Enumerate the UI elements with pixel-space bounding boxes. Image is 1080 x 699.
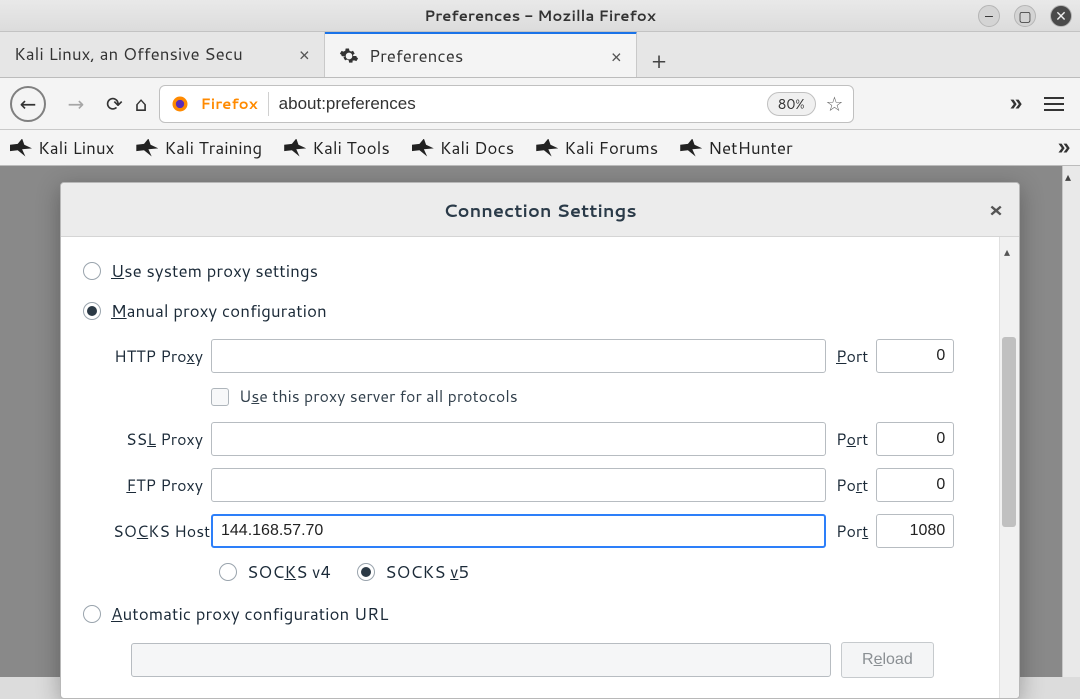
dialog-title: Connection Settings: [443, 197, 636, 223]
tab-kali[interactable]: Kali Linux, an Offensive Secu ×: [0, 31, 325, 77]
scroll-up-icon: ▴: [1004, 243, 1010, 260]
scrollbar-thumb[interactable]: [1002, 337, 1016, 527]
zoom-indicator[interactable]: 80%: [767, 92, 816, 116]
kali-icon: [536, 139, 558, 157]
close-tab-icon[interactable]: ×: [611, 43, 622, 69]
port-label: Port: [836, 474, 868, 497]
dialog-scrollbar[interactable]: ▴: [999, 237, 1019, 698]
port-label: Port: [836, 345, 868, 368]
kali-icon: [136, 139, 158, 157]
tab-strip: Kali Linux, an Offensive Secu × Preferen…: [0, 32, 1080, 78]
kali-icon: [10, 139, 32, 157]
socks-port-input[interactable]: [876, 514, 954, 548]
bookmarks-toolbar: Kali Linux Kali Training Kali Tools Kali…: [0, 130, 1080, 166]
kali-icon: [284, 139, 306, 157]
ftp-proxy-input[interactable]: [211, 468, 826, 502]
radio-socks-v5[interactable]: SOCKS v5: [357, 560, 469, 584]
radio-socks-v4[interactable]: SOCKS v4: [219, 560, 331, 584]
minimize-button[interactable]: –: [978, 5, 1000, 27]
ssl-proxy-label: SSL Proxy: [113, 428, 203, 451]
window-title: Preferences - Mozilla Firefox: [424, 5, 656, 26]
scroll-up-icon: ▴: [1065, 168, 1071, 185]
bookmark-kali-training[interactable]: Kali Training: [136, 136, 262, 160]
radio-icon: [83, 262, 101, 280]
overflow-icon[interactable]: »: [1010, 88, 1022, 119]
firefox-icon: [170, 94, 190, 114]
kali-icon: [412, 139, 434, 157]
forward-button[interactable]: →: [58, 86, 94, 122]
dialog-header: Connection Settings ×: [61, 183, 1019, 237]
bookmark-kali-tools[interactable]: Kali Tools: [284, 136, 390, 160]
new-tab-button[interactable]: +: [637, 46, 681, 77]
ssl-proxy-input[interactable]: [211, 422, 826, 456]
page-scrollbar[interactable]: ▴: [1062, 166, 1080, 677]
connection-settings-dialog: Connection Settings × Use system proxy s…: [60, 182, 1020, 699]
bookmark-nethunter[interactable]: NetHunter: [680, 136, 792, 160]
radio-icon-selected: [357, 563, 375, 581]
address-input[interactable]: [279, 94, 757, 114]
bookmarks-overflow-icon[interactable]: »: [1058, 132, 1070, 163]
dialog-body: Use system proxy settings Manual proxy c…: [61, 237, 999, 698]
dialog-close-button[interactable]: ×: [989, 196, 1003, 224]
tab-label: Kali Linux, an Offensive Secu: [14, 42, 243, 66]
reload-button: Reload: [841, 642, 934, 678]
radio-automatic[interactable]: Automatic proxy configuration URL: [83, 602, 999, 626]
radio-use-system[interactable]: Use system proxy settings: [83, 259, 999, 283]
bookmark-kali-linux[interactable]: Kali Linux: [10, 136, 114, 160]
home-button[interactable]: ⌂: [135, 90, 148, 118]
radio-manual[interactable]: Manual proxy configuration: [83, 299, 999, 323]
tab-label: Preferences: [369, 44, 463, 68]
bookmark-kali-docs[interactable]: Kali Docs: [412, 136, 514, 160]
socks-host-label: SOCKS Host: [113, 520, 203, 543]
ftp-port-input[interactable]: [876, 468, 954, 502]
bookmark-kali-forums[interactable]: Kali Forums: [536, 136, 658, 160]
radio-icon: [83, 605, 101, 623]
radio-icon: [219, 563, 237, 581]
tab-preferences[interactable]: Preferences ×: [325, 31, 637, 77]
port-label: Port: [836, 520, 868, 543]
menu-button[interactable]: [1044, 97, 1064, 111]
socks-host-input[interactable]: [211, 514, 826, 548]
url-bar[interactable]: Firefox 80% ☆: [159, 85, 854, 123]
nav-toolbar: ← → ⟳ ⌂ Firefox 80% ☆ »: [0, 78, 1080, 130]
kali-icon: [680, 139, 702, 157]
window-titlebar: Preferences - Mozilla Firefox – ▢ ✕: [0, 0, 1080, 32]
pac-url-input: [131, 643, 831, 677]
http-proxy-input[interactable]: [211, 339, 826, 373]
gear-icon: [339, 46, 359, 66]
checkbox-use-for-all[interactable]: Use this proxy server for all protocols: [211, 385, 999, 408]
close-tab-icon[interactable]: ×: [299, 41, 310, 67]
reload-button[interactable]: ⟳: [106, 90, 123, 118]
content-area: ▴ Connection Settings × Use system proxy…: [0, 166, 1080, 677]
ssl-port-input[interactable]: [876, 422, 954, 456]
separator: [268, 92, 269, 116]
ftp-proxy-label: FTP Proxy: [113, 474, 203, 497]
http-port-input[interactable]: [876, 339, 954, 373]
checkbox-icon: [211, 388, 229, 406]
back-button[interactable]: ←: [10, 86, 46, 122]
port-label: Port: [836, 428, 868, 451]
maximize-button[interactable]: ▢: [1014, 5, 1036, 27]
radio-icon-selected: [83, 302, 101, 320]
bookmark-star-icon[interactable]: ☆: [826, 90, 844, 118]
http-proxy-label: HTTP Proxy: [113, 345, 203, 368]
close-window-button[interactable]: ✕: [1050, 5, 1072, 27]
identity-label: Firefox: [200, 93, 257, 114]
